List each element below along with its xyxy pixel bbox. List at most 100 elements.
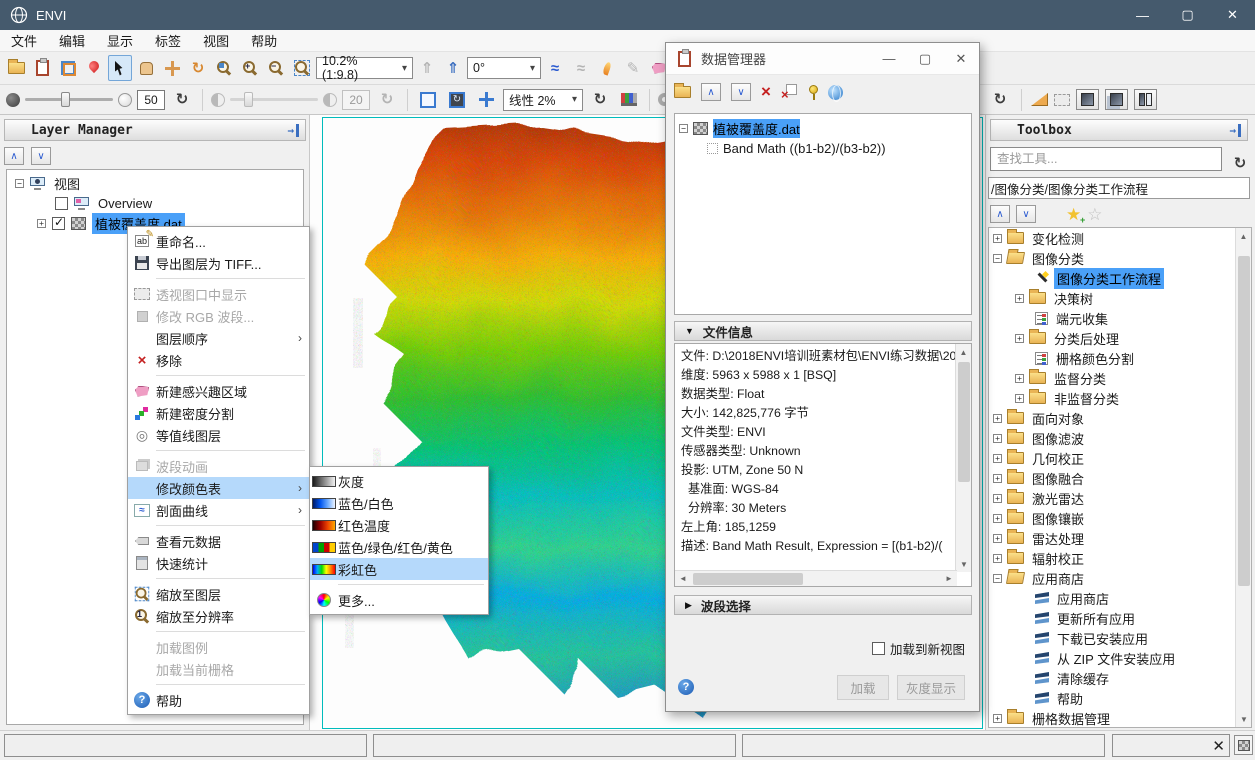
toolbox-folder-image-sharpening[interactable]: +图像融合 (989, 468, 1251, 488)
fly-icon[interactable] (160, 55, 184, 81)
toolbox-folder-object-based[interactable]: +面向对象 (989, 408, 1251, 428)
scroll-down-icon[interactable]: ▼ (956, 556, 972, 572)
toolbox-folder-supervised[interactable]: +监督分类 (989, 368, 1251, 388)
menu-file[interactable]: 文件 (0, 30, 48, 52)
dm-tree-item-raster[interactable]: − 植被覆盖度.dat (675, 118, 971, 138)
vertical-profile-icon[interactable] (595, 55, 619, 81)
menu-item-layer-order[interactable]: 图层顺序› (128, 327, 309, 349)
dm-close-button[interactable]: ✕ (943, 43, 979, 74)
move-down-button[interactable]: ∨ (731, 83, 751, 101)
submenu-item-blue-white[interactable]: 蓝色/白色 (310, 492, 488, 514)
menu-views[interactable]: 视图 (192, 30, 240, 52)
overview-checkbox[interactable] (55, 197, 68, 210)
menu-item-help[interactable]: ?帮助 (128, 689, 309, 711)
toolbox-folder-filter[interactable]: +图像滤波 (989, 428, 1251, 448)
expand-toggle[interactable]: + (1015, 294, 1024, 303)
full-motion-icon[interactable]: ↻ (445, 87, 469, 113)
status-raster-button[interactable] (1234, 735, 1253, 755)
menu-edit[interactable]: 编辑 (48, 30, 96, 52)
raster-visibility-checkbox[interactable] (52, 217, 65, 230)
menu-item-rename[interactable]: ab重命名... (128, 230, 309, 252)
toolbox-item-raster-color-slice[interactable]: 栅格颜色分割 (989, 348, 1251, 368)
expand-toggle[interactable]: + (993, 414, 1002, 423)
layer-up-button[interactable]: ∧ (4, 147, 24, 165)
submenu-item-more[interactable]: 更多... (310, 589, 488, 611)
stretch-dropdown[interactable]: 线性 2%▾ (503, 89, 583, 111)
toolbox-folder-raster-management[interactable]: +栅格数据管理 (989, 708, 1251, 728)
menu-item-zoom-to-resolution[interactable]: 1缩放至分辨率 (128, 605, 309, 627)
brightness-value[interactable]: 50 (137, 90, 165, 110)
menu-annotation[interactable]: 标签 (144, 30, 192, 52)
toolbox-folder-mosaicking[interactable]: +图像镶嵌 (989, 508, 1251, 528)
expand-toggle[interactable]: + (1015, 394, 1024, 403)
open-file-icon[interactable] (4, 55, 28, 81)
menu-item-profiles[interactable]: ≈剖面曲线› (128, 499, 309, 521)
expand-toggle[interactable]: + (993, 554, 1002, 563)
zoom-level-dropdown[interactable]: 10.2% (1:9.8)▾ (316, 57, 413, 79)
minimize-button[interactable]: — (1120, 0, 1165, 30)
expand-toggle[interactable]: + (993, 234, 1002, 243)
layer-down-button[interactable]: ∨ (31, 147, 51, 165)
stretch-refresh-icon[interactable]: ↻ (588, 87, 612, 113)
toolbox-item-clear-cache[interactable]: 清除缓存 (989, 668, 1251, 688)
expand-toggle[interactable]: + (993, 534, 1002, 543)
load-new-view-option[interactable]: 加载到新视图 (872, 639, 965, 658)
menu-item-quick-stats[interactable]: 快速统计 (128, 552, 309, 574)
scroll-up-icon[interactable]: ▲ (956, 344, 971, 360)
submenu-item-blue-green-red-yellow[interactable]: 蓝色/绿色/红色/黄色 (310, 536, 488, 558)
zoom-extent-icon[interactable] (416, 87, 440, 113)
collapse-toggle[interactable]: − (993, 254, 1002, 263)
toolbox-refresh-icon[interactable]: ↻ (1228, 150, 1252, 176)
chip-view-icon[interactable] (56, 55, 80, 81)
layer-tree-item-view[interactable]: − 视图 (7, 173, 303, 193)
toolbox-item-install-from-zip[interactable]: 从 ZIP 文件安装应用 (989, 648, 1251, 668)
zoom-in-icon[interactable]: + (238, 55, 262, 81)
add-favorite-icon[interactable]: ★+ (1066, 206, 1081, 223)
toolbox-scrollbar[interactable]: ▲ ▼ (1235, 228, 1251, 727)
expand-toggle[interactable]: + (1015, 334, 1024, 343)
file-info-header[interactable]: ▼ 文件信息 (674, 321, 972, 341)
north-arrow-icon[interactable]: ⇑ (441, 55, 465, 81)
menu-item-zoom-to-layer[interactable]: 缩放至图层 (128, 583, 309, 605)
close-button[interactable]: ✕ (1210, 0, 1255, 30)
toolbox-folder-lidar[interactable]: +激光雷达 (989, 488, 1251, 508)
undock-icon[interactable]: → (283, 124, 299, 137)
toolbox-down-button[interactable]: ∨ (1016, 205, 1036, 223)
toolbox-item-update-all-apps[interactable]: 更新所有应用 (989, 608, 1251, 628)
load-new-view-checkbox[interactable] (872, 642, 885, 655)
file-info-vscrollbar[interactable]: ▲ ▼ (955, 344, 971, 572)
toolbox-folder-radar[interactable]: +雷达处理 (989, 528, 1251, 548)
histogram-stretch-icon[interactable] (617, 87, 641, 113)
placemark-icon[interactable] (82, 55, 106, 81)
data-manager-titlebar[interactable]: 数据管理器 — ▢ ✕ (666, 43, 979, 75)
dm-tree-item-band[interactable]: Band Math ((b1-b2)/(b3-b2)) (675, 138, 971, 158)
dm-minimize-button[interactable]: — (871, 43, 907, 74)
toolbox-item-download-installed-apps[interactable]: 下载已安装应用 (989, 628, 1251, 648)
menu-item-change-color-table[interactable]: 修改颜色表› (128, 477, 309, 499)
data-manager-icon[interactable] (30, 55, 54, 81)
pan-icon[interactable] (134, 55, 158, 81)
rotate-icon[interactable]: ↻ (186, 55, 210, 81)
toolbox-item-endmember-collection[interactable]: 端元收集 (989, 308, 1251, 328)
menu-item-new-density-slice[interactable]: 新建密度分割 (128, 402, 309, 424)
menu-item-remove[interactable]: ×移除 (128, 349, 309, 371)
spectral-profile-icon[interactable]: ≈ (543, 55, 567, 81)
toolbox-folder-unsupervised[interactable]: +非监督分类 (989, 388, 1251, 408)
toolbox-folder-decision-tree[interactable]: +决策树 (989, 288, 1251, 308)
zoom-window-icon[interactable] (290, 55, 314, 81)
file-info-hscrollbar[interactable]: ◄ ► (675, 570, 957, 586)
menu-display[interactable]: 显示 (96, 30, 144, 52)
expand-toggle[interactable]: + (993, 454, 1002, 463)
measurement-icon[interactable] (1031, 93, 1048, 106)
rotation-dropdown[interactable]: 0°▾ (467, 57, 541, 79)
split-view-button[interactable] (1134, 89, 1157, 110)
toolbox-search-input[interactable] (990, 147, 1222, 171)
collapse-toggle[interactable]: − (679, 124, 688, 133)
menu-item-export-tiff[interactable]: 导出图层为 TIFF... (128, 252, 309, 274)
submenu-item-rainbow[interactable]: 彩虹色 (310, 558, 488, 580)
expand-toggle[interactable]: + (993, 714, 1002, 723)
layer-tree-item-overview[interactable]: Overview (7, 193, 303, 213)
maximize-button[interactable]: ▢ (1165, 0, 1210, 30)
scroll-up-icon[interactable]: ▲ (1236, 228, 1251, 244)
expand-toggle[interactable]: + (993, 434, 1002, 443)
